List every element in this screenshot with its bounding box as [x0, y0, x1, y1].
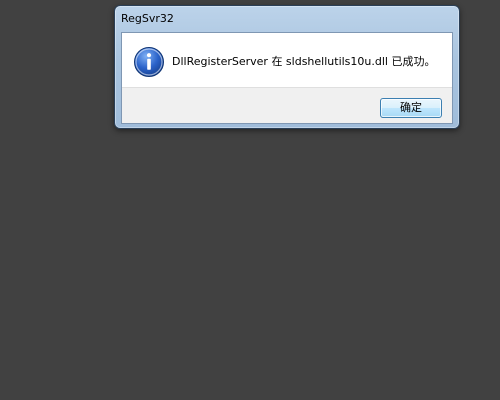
ok-button[interactable]: 确定 [380, 98, 442, 118]
window-title: RegSvr32 [121, 12, 174, 25]
title-bar[interactable]: RegSvr32 [115, 6, 459, 32]
message-text: DllRegisterServer 在 sldshellutils10u.dll… [172, 55, 436, 68]
message-area: DllRegisterServer 在 sldshellutils10u.dll… [122, 33, 452, 87]
info-icon [133, 46, 165, 78]
button-bar: 确定 [122, 87, 452, 123]
dialog-client-area: DllRegisterServer 在 sldshellutils10u.dll… [121, 32, 453, 124]
regsvr32-dialog: RegSvr32 DllRegisterServer 在 sldshelluti… [114, 5, 460, 129]
